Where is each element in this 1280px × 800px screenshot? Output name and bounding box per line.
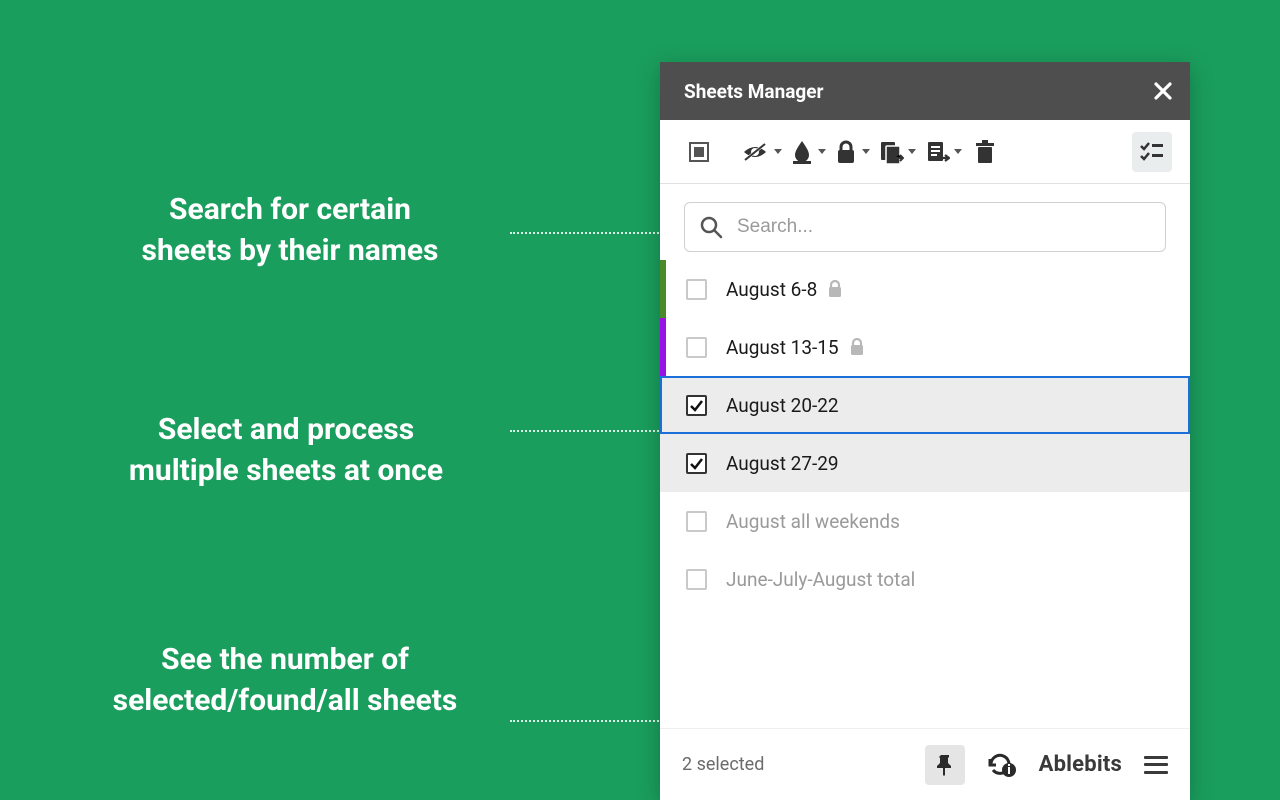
search-icon bbox=[699, 215, 723, 239]
trash-icon bbox=[973, 139, 997, 165]
copy-icon bbox=[878, 139, 904, 165]
lock-icon bbox=[849, 338, 865, 356]
sheet-label-text: August 27-29 bbox=[726, 452, 839, 475]
search-box[interactable] bbox=[684, 202, 1166, 252]
callout-select: Select and processmultiple sheets at onc… bbox=[76, 410, 496, 491]
callout-search: Search for certainsheets by their names bbox=[80, 190, 500, 271]
refresh-info-icon[interactable] bbox=[987, 752, 1017, 778]
sheet-label: August 20-22 bbox=[726, 394, 839, 417]
sheet-row[interactable]: August 13-15 bbox=[660, 318, 1190, 376]
sheet-label-text: August 20-22 bbox=[726, 394, 839, 417]
callout-select-line bbox=[510, 430, 675, 432]
color-menu[interactable] bbox=[790, 132, 828, 172]
checklist-icon bbox=[1140, 142, 1164, 162]
sheet-checkbox[interactable] bbox=[686, 569, 707, 590]
sheet-label: August 13-15 bbox=[726, 336, 865, 359]
status-bar: 2 selected Ablebits bbox=[660, 728, 1190, 800]
lock-icon bbox=[827, 280, 843, 298]
delete-button[interactable] bbox=[970, 132, 1000, 172]
sheet-list: August 6-8 August 13-15 August 20-22 August… bbox=[660, 260, 1190, 728]
select-all-toggle[interactable] bbox=[684, 132, 714, 172]
sheet-checkbox[interactable] bbox=[686, 337, 707, 358]
eye-off-icon bbox=[740, 140, 770, 164]
callout-status-line bbox=[510, 720, 675, 722]
chevron-down-icon bbox=[908, 149, 916, 154]
lock-icon bbox=[834, 139, 858, 165]
sheet-label-text: August 13-15 bbox=[726, 336, 839, 359]
pin-icon bbox=[935, 753, 955, 777]
sheet-label-text: August all weekends bbox=[726, 510, 900, 533]
chevron-down-icon bbox=[954, 149, 962, 154]
sheet-label-text: August 6-8 bbox=[726, 278, 817, 301]
sheet-label-text: June-July-August total bbox=[726, 568, 915, 591]
check-icon bbox=[689, 398, 704, 413]
sheet-checkbox-wrap bbox=[666, 453, 726, 474]
checklist-button[interactable] bbox=[1132, 132, 1172, 172]
sheet-checkbox-wrap bbox=[666, 511, 726, 532]
panel-header: Sheets Manager bbox=[660, 62, 1190, 120]
callout-status: See the number ofselected/found/all shee… bbox=[60, 640, 510, 721]
sheet-checkbox[interactable] bbox=[686, 279, 707, 300]
sheet-checkbox[interactable] bbox=[686, 395, 707, 416]
sheet-checkbox[interactable] bbox=[686, 511, 707, 532]
sheet-checkbox-wrap bbox=[666, 279, 726, 300]
chevron-down-icon bbox=[862, 149, 870, 154]
close-button[interactable] bbox=[1154, 82, 1172, 100]
move-menu[interactable] bbox=[924, 132, 964, 172]
sheet-label: August 6-8 bbox=[726, 278, 843, 301]
sheet-checkbox-wrap bbox=[666, 395, 726, 416]
sheet-checkbox[interactable] bbox=[686, 453, 707, 474]
search-input[interactable] bbox=[737, 216, 1151, 238]
brand-label: Ablebits bbox=[1039, 752, 1122, 777]
menu-button[interactable] bbox=[1144, 756, 1168, 774]
sheet-row[interactable]: August 20-22 bbox=[660, 376, 1190, 434]
chevron-down-icon bbox=[774, 149, 782, 154]
sheet-row[interactable]: August all weekends bbox=[660, 492, 1190, 550]
sheet-row[interactable]: August 6-8 bbox=[660, 260, 1190, 318]
callout-search-line bbox=[510, 232, 675, 234]
pin-button[interactable] bbox=[925, 745, 965, 785]
sheet-row[interactable]: June-July-August total bbox=[660, 550, 1190, 608]
sheets-manager-panel: Sheets Manager bbox=[660, 62, 1190, 800]
move-sheet-icon bbox=[924, 139, 950, 165]
selection-count: 2 selected bbox=[682, 754, 764, 775]
lock-menu[interactable] bbox=[834, 132, 872, 172]
select-all-icon bbox=[689, 142, 709, 162]
sheet-label: August all weekends bbox=[726, 510, 900, 533]
search-section bbox=[660, 184, 1190, 260]
fill-color-icon bbox=[790, 139, 814, 165]
toolbar bbox=[660, 120, 1190, 184]
panel-title: Sheets Manager bbox=[684, 80, 823, 103]
sheet-label: August 27-29 bbox=[726, 452, 839, 475]
sheet-checkbox-wrap bbox=[666, 337, 726, 358]
close-icon bbox=[1154, 82, 1172, 100]
sheet-row[interactable]: August 27-29 bbox=[660, 434, 1190, 492]
check-icon bbox=[689, 456, 704, 471]
visibility-menu[interactable] bbox=[740, 132, 784, 172]
chevron-down-icon bbox=[818, 149, 826, 154]
sheet-label: June-July-August total bbox=[726, 568, 915, 591]
copy-menu[interactable] bbox=[878, 132, 918, 172]
sheet-checkbox-wrap bbox=[666, 569, 726, 590]
